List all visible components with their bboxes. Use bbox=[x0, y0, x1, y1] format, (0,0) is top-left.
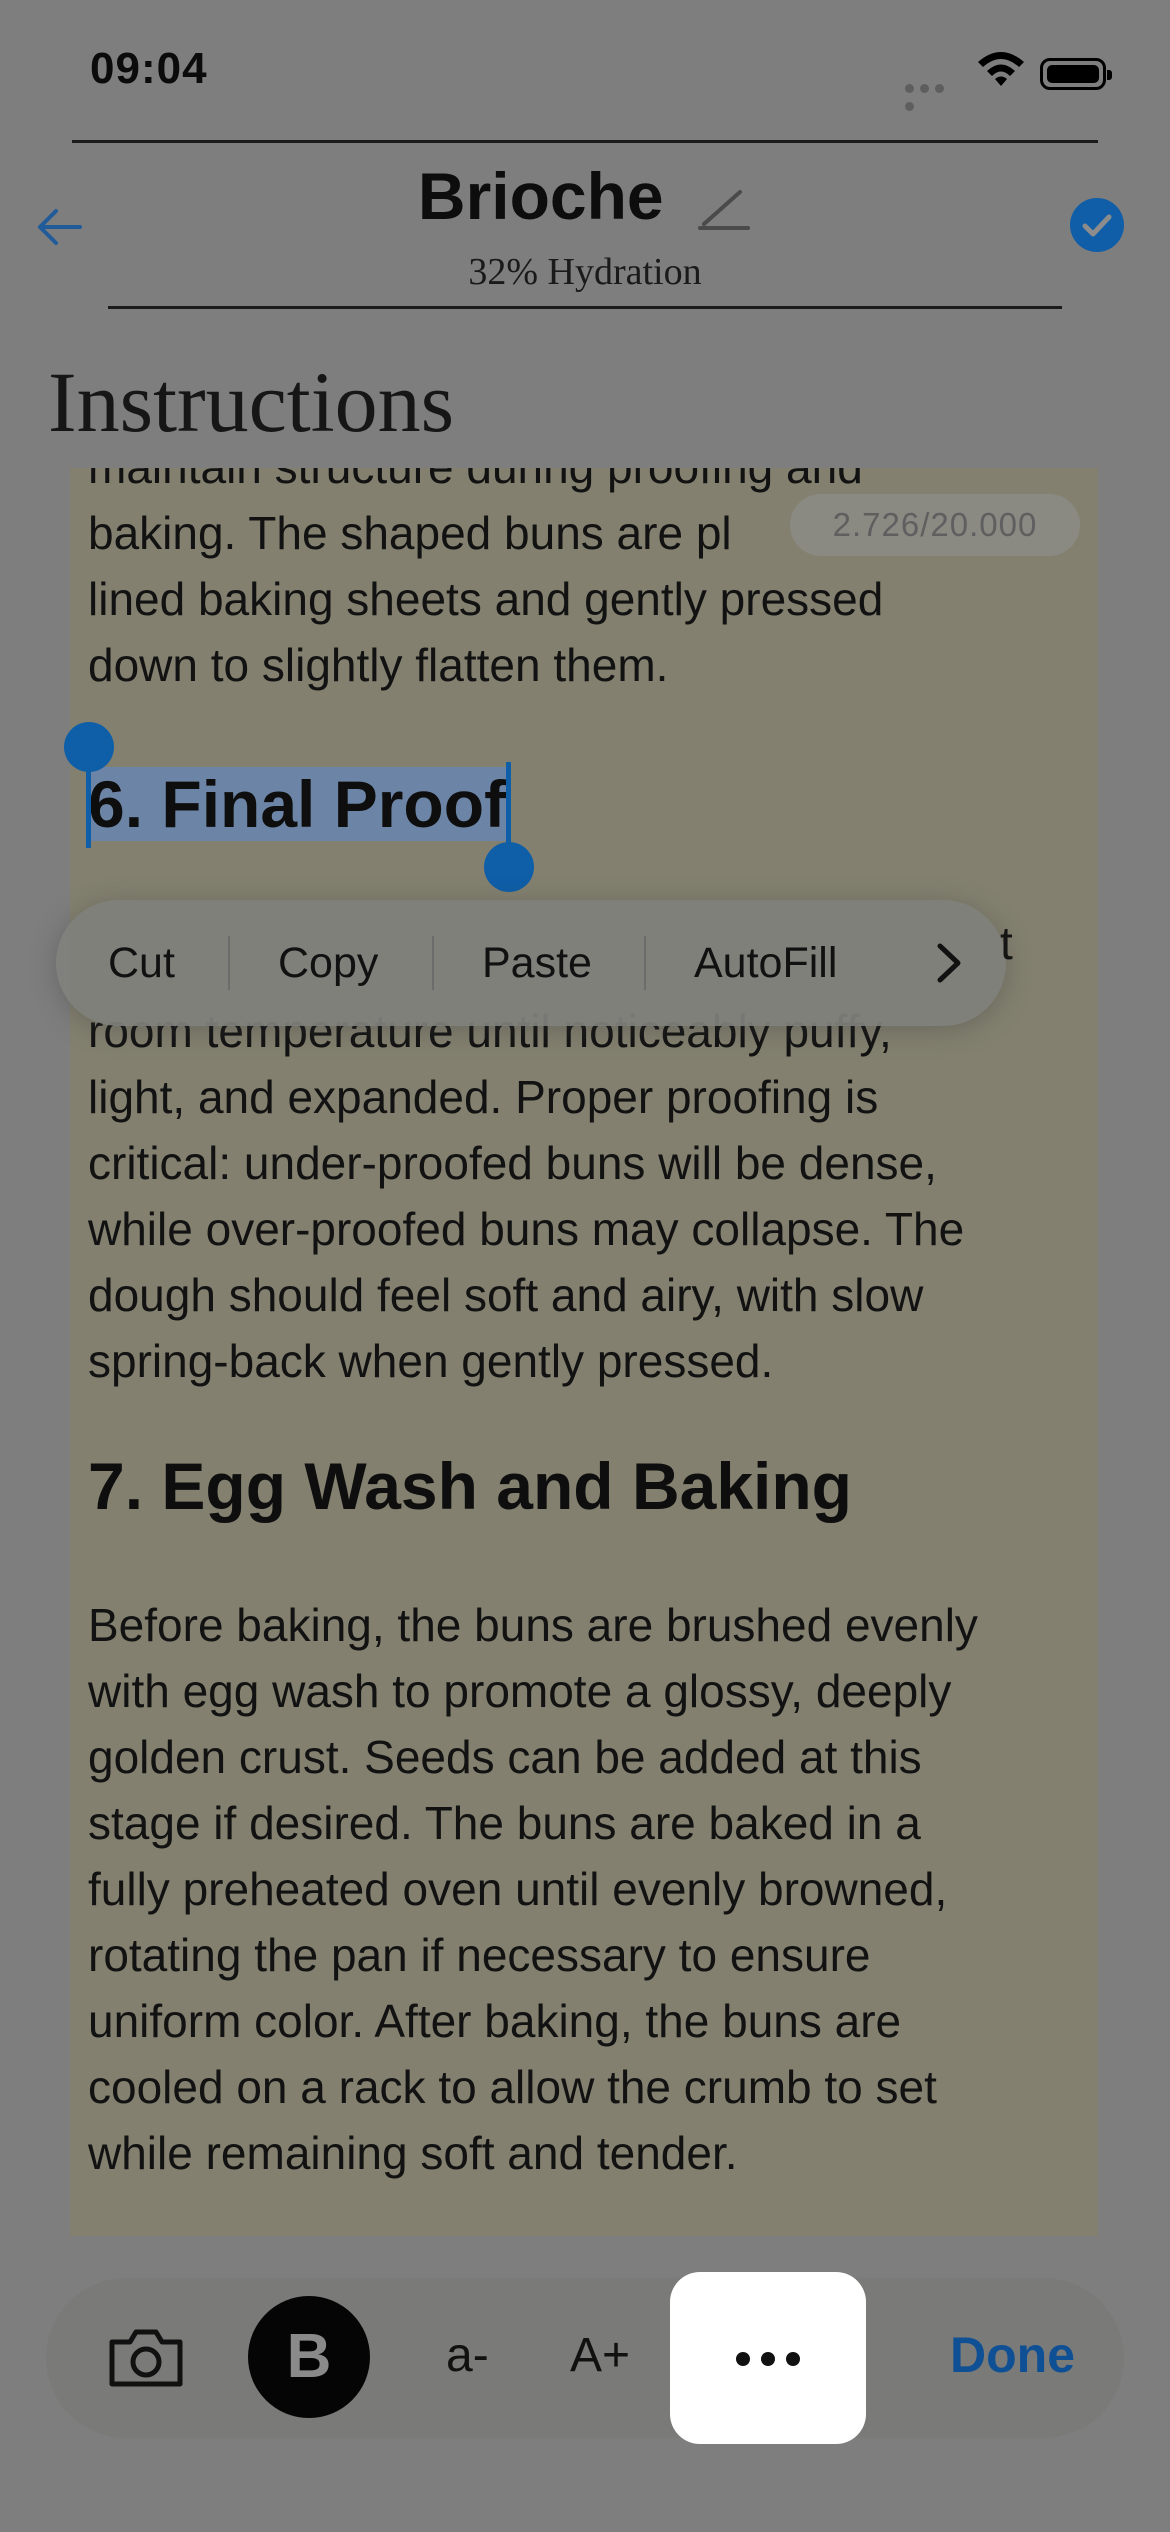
menu-divider bbox=[432, 936, 434, 990]
chevron-right-icon[interactable] bbox=[928, 940, 968, 986]
selection-end-caret bbox=[506, 762, 511, 852]
text-line: down to slightly flatten them. bbox=[88, 639, 669, 691]
text-line: while remaining soft and tender. bbox=[88, 2127, 738, 2179]
text-line: uniform color. After baking, the buns ar… bbox=[88, 1995, 902, 2047]
heading-egg-wash[interactable]: 7. Egg Wash and Baking bbox=[88, 1448, 852, 1524]
confirm-check-button[interactable] bbox=[1070, 198, 1124, 252]
text-line: Before baking, the buns are brushed even… bbox=[88, 1599, 978, 1651]
menu-divider bbox=[644, 936, 646, 990]
done-button[interactable]: Done bbox=[950, 2326, 1075, 2384]
text-line: cooled on a rack to allow the crumb to s… bbox=[88, 2061, 937, 2113]
menu-paste[interactable]: Paste bbox=[482, 900, 592, 1026]
increase-font-button[interactable]: A+ bbox=[570, 2328, 630, 2383]
selected-text[interactable]: 6. Final Proof bbox=[88, 767, 507, 841]
instructions-editor[interactable]: maintain structure during proofing and b… bbox=[70, 468, 1098, 2236]
cellular-signal-icon bbox=[905, 80, 963, 111]
status-time: 09:04 bbox=[90, 44, 208, 93]
decrease-font-button[interactable]: a- bbox=[446, 2328, 489, 2383]
edit-pencil-icon[interactable] bbox=[696, 184, 752, 232]
more-options-button[interactable] bbox=[670, 2272, 866, 2444]
wifi-icon bbox=[978, 52, 1024, 86]
paragraph-final-proof[interactable]: room temperature until noticeably puffy,… bbox=[88, 998, 1088, 1394]
selection-start-caret bbox=[86, 760, 91, 848]
text-line: golden crust. Seeds can be added at this bbox=[88, 1731, 922, 1783]
heading-final-proof[interactable]: 6. Final Proof bbox=[88, 766, 507, 842]
hydration-subtitle: 32% Hydration bbox=[468, 251, 702, 293]
checkmark-icon bbox=[1082, 214, 1112, 237]
text-line: light, and expanded. Proper proofing is bbox=[88, 1071, 879, 1123]
text-line: critical: under-proofed buns will be den… bbox=[88, 1137, 937, 1189]
menu-cut[interactable]: Cut bbox=[108, 900, 175, 1026]
text-line: rotating the pan if necessary to ensure bbox=[88, 1929, 871, 1981]
text-line: lined baking sheets and gently pressed bbox=[88, 573, 884, 625]
section-title: Instructions bbox=[48, 354, 455, 450]
bold-button[interactable]: B bbox=[248, 2296, 370, 2418]
battery-icon bbox=[1040, 58, 1112, 90]
text-line: while over-proofed buns may collapse. Th… bbox=[88, 1203, 965, 1255]
selection-end-handle[interactable] bbox=[484, 842, 534, 892]
menu-divider bbox=[228, 936, 230, 990]
recipe-title-text: Brioche bbox=[417, 159, 664, 233]
paragraph-egg-wash[interactable]: Before baking, the buns are brushed even… bbox=[88, 1592, 1088, 2186]
text-line: dough should feel soft and airy, with sl… bbox=[88, 1269, 924, 1321]
text-line: fully preheated oven until evenly browne… bbox=[88, 1863, 948, 1915]
text-line: stage if desired. The buns are baked in … bbox=[88, 1797, 921, 1849]
partially-hidden-text: t bbox=[1000, 917, 1013, 969]
edit-context-menu: Cut Copy Paste AutoFill bbox=[56, 900, 1006, 1026]
menu-autofill[interactable]: AutoFill bbox=[694, 900, 837, 1026]
text-line: spring-back when gently pressed. bbox=[88, 1335, 774, 1387]
menu-copy[interactable]: Copy bbox=[278, 900, 378, 1026]
character-counter: 2.726/20.000 bbox=[790, 494, 1080, 556]
header-divider bbox=[108, 306, 1062, 309]
recipe-title: Brioche bbox=[0, 158, 1170, 234]
camera-icon[interactable] bbox=[106, 2326, 186, 2390]
text-line: with egg wash to promote a glossy, deepl… bbox=[88, 1665, 952, 1717]
top-divider bbox=[72, 140, 1098, 143]
